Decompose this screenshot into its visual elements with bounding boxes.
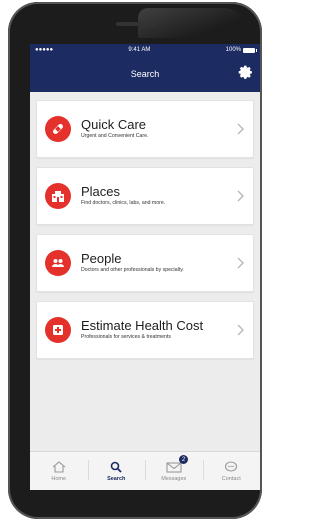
- page-title: Search: [130, 69, 160, 79]
- card-subtitle: Professionals for services & treatments: [81, 334, 171, 340]
- bandage-icon: [45, 116, 71, 142]
- card-subtitle: Doctors and other professionals by speci…: [81, 267, 184, 273]
- tab-label: Contact: [221, 475, 241, 482]
- tab-label: Search: [107, 475, 126, 482]
- battery-percent: 100%: [225, 47, 241, 53]
- tab-home[interactable]: Home: [30, 452, 88, 490]
- chat-icon: [225, 460, 238, 472]
- quick-care-card[interactable]: Quick Care Urgent and Convenient Care.: [36, 100, 254, 158]
- card-title: Estimate Health Cost: [81, 318, 204, 333]
- chevron-right-icon: [237, 123, 244, 135]
- status-bar: ●●●●● 9:41 AM 100%: [30, 44, 260, 56]
- people-card[interactable]: People Doctors and other professionals b…: [36, 234, 254, 292]
- places-card[interactable]: Places Find doctors, clinics, labs, and …: [36, 167, 254, 225]
- phone-speaker: [116, 22, 156, 26]
- search-options-list: Quick Care Urgent and Convenient Care. P…: [30, 92, 260, 359]
- phone-frame: ●●●●● 9:41 AM 100% Search Quick Care Urg…: [8, 2, 262, 519]
- card-title: Quick Care: [81, 117, 147, 132]
- search-icon: [110, 461, 122, 473]
- message-count-badge: 2: [179, 455, 188, 464]
- battery-indicator: 100%: [225, 47, 257, 53]
- signal-indicator: ●●●●●: [35, 47, 54, 53]
- home-icon: [52, 460, 66, 473]
- gear-icon[interactable]: [238, 65, 254, 81]
- chevron-right-icon: [237, 190, 244, 202]
- medical-cross-icon: [45, 317, 71, 343]
- tab-label: Messages: [161, 475, 187, 482]
- card-subtitle: Urgent and Convenient Care.: [81, 133, 149, 139]
- card-subtitle: Find doctors, clinics, labs, and more.: [81, 200, 166, 206]
- app-screen: ●●●●● 9:41 AM 100% Search Quick Care Urg…: [30, 44, 260, 490]
- chevron-right-icon: [237, 257, 244, 269]
- bottom-tab-bar: Home Search 2 Messages Contact: [30, 451, 260, 490]
- card-title: People: [81, 251, 122, 266]
- app-header: Search: [30, 56, 260, 92]
- people-icon: [45, 250, 71, 276]
- building-icon: [45, 183, 71, 209]
- battery-icon: [243, 47, 257, 53]
- status-time: 9:41 AM: [128, 47, 151, 53]
- card-title: Places: [81, 184, 121, 199]
- tab-label: Home: [51, 475, 67, 482]
- tab-messages[interactable]: 2 Messages: [145, 452, 203, 490]
- estimate-health-cost-card[interactable]: Estimate Health Cost Professionals for s…: [36, 301, 254, 359]
- tab-search[interactable]: Search: [87, 452, 146, 490]
- chevron-right-icon: [237, 324, 244, 336]
- tab-contact[interactable]: Contact: [202, 452, 261, 490]
